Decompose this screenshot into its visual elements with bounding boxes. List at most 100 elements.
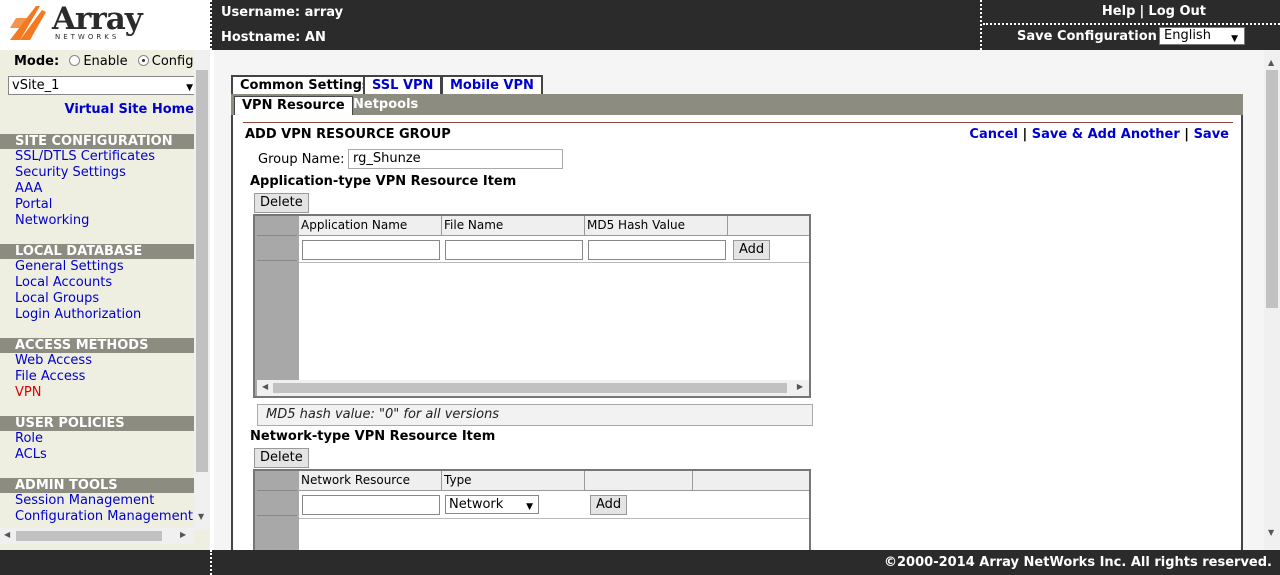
file-name-input[interactable] [445,240,583,260]
sidebar-item-login-authorization[interactable]: Login Authorization [15,307,141,323]
app-delete-button[interactable]: Delete [254,193,309,213]
network-grid: Network Resource Type Network ▼ Add [253,469,811,550]
dropdown-arrow-icon: ▼ [1231,34,1238,44]
scroll-up-arrow-icon[interactable]: ▲ [1268,58,1274,67]
column-network-resource[interactable]: Network Resource [299,471,442,491]
scrollbar-thumb[interactable] [196,70,208,472]
sidebar-item-local-groups[interactable]: Local Groups [15,291,99,307]
tab-mobile-vpn[interactable]: Mobile VPN [441,75,543,95]
column-type[interactable]: Type [442,471,585,491]
scroll-right-arrow-icon[interactable]: ▶ [797,382,803,391]
array-logo-icon [10,6,46,40]
scroll-right-arrow-icon[interactable]: ▶ [180,530,186,539]
net-delete-button[interactable]: Delete [254,448,309,468]
virtual-site-select[interactable]: vSite_1 ▼ [8,76,200,95]
footer-divider [210,550,212,575]
column-md5-hash-value[interactable]: MD5 Hash Value [585,216,728,236]
sidebar-item-session-management[interactable]: Session Management [15,493,154,509]
brand-name: Array [52,1,143,37]
mode-label: Mode: [14,54,60,69]
subtab-vpn-resource[interactable]: VPN Resource [234,96,353,115]
link-separator: | [1139,4,1145,19]
grid-row-divider [299,518,809,519]
header-divider [210,0,212,50]
sidebar-item-portal[interactable]: Portal [15,197,52,213]
mode-config-radio[interactable] [137,55,149,66]
grid-row-divider [299,262,809,263]
sidebar-item-web-access[interactable]: Web Access [15,353,92,369]
tab-common-settings[interactable]: Common Settings [231,75,379,96]
subtab-bar: VPN Resource Netpools [231,94,1243,115]
main-vertical-scrollbar[interactable]: ▲ ▼ [1264,50,1280,550]
language-value: English [1164,28,1211,43]
virtual-site-home-link[interactable]: Virtual Site Home [65,102,194,117]
net-add-button[interactable]: Add [590,495,628,515]
main-content: Common Settings SSL VPN Mobile VPN VPN R… [214,50,1264,550]
save-link[interactable]: Save [1194,127,1229,142]
grid-gutter-cell[interactable] [257,237,297,261]
username-label: Username: array [221,5,344,20]
hostname-label: Hostname: AN [221,30,326,45]
application-section-title: Application-type VPN Resource Item [250,174,517,189]
mode-enable-label: Enable [83,54,128,69]
column-action [585,471,693,491]
action-separator: | [1184,127,1190,142]
scroll-left-arrow-icon[interactable]: ◀ [4,530,10,539]
column-action [728,216,809,236]
dropdown-arrow-icon: ▼ [526,502,533,512]
array-networks-logo: Array NETWORKS [0,0,210,50]
sidebar-vertical-scrollbar[interactable]: ▼ [194,50,210,530]
section-admin-tools: ADMIN TOOLS [0,478,194,493]
group-name-input[interactable]: rg_Shunze [348,149,563,169]
section-site-configuration: SITE CONFIGURATION [0,134,194,149]
sidebar-item-file-access[interactable]: File Access [15,369,85,385]
cancel-link[interactable]: Cancel [969,127,1018,142]
section-user-policies: USER POLICIES [0,416,194,431]
scroll-left-arrow-icon[interactable]: ◀ [262,382,268,391]
sidebar-item-ssl-dtls-certificates[interactable]: SSL/DTLS Certificates [15,149,155,165]
scrollbar-thumb[interactable] [16,531,162,541]
network-resource-input[interactable] [302,495,440,515]
dropdown-arrow-icon: ▼ [186,83,193,93]
logout-link[interactable]: Log Out [1148,4,1206,19]
md5-hash-input[interactable] [588,240,726,260]
application-name-input[interactable] [302,240,440,260]
sidebar-item-security-settings[interactable]: Security Settings [15,165,126,181]
sidebar-item-aaa[interactable]: AAA [15,181,42,197]
subtab-netpools[interactable]: Netpools [346,96,425,115]
copyright-text: ©2000-2014 Array NetWorks Inc. All right… [884,555,1272,570]
mode-enable-radio[interactable] [69,55,81,66]
sidebar-item-general-settings[interactable]: General Settings [15,259,124,275]
column-extra [693,471,809,491]
scrollbar-thumb[interactable] [273,383,787,393]
column-application-name[interactable]: Application Name [299,216,442,236]
grid-gutter-header [257,216,297,236]
scrollbar-thumb[interactable] [1266,70,1278,308]
application-grid-hscrollbar[interactable]: ◀ ▶ [257,380,809,396]
panel-divider [243,122,1233,123]
section-local-database: LOCAL DATABASE [0,244,194,259]
sidebar-item-acls[interactable]: ACLs [15,447,47,463]
mode-config-label: Config [151,54,194,69]
language-select[interactable]: English ▼ [1159,27,1245,45]
save-configuration-link[interactable]: Save Configuration [1017,29,1157,44]
save-add-another-link[interactable]: Save & Add Another [1032,127,1180,142]
scroll-down-arrow-icon[interactable]: ▼ [198,512,204,521]
sidebar-item-local-accounts[interactable]: Local Accounts [15,275,112,291]
header-right: Help | Log Out Save Configuration Englis… [983,0,1280,50]
sidebar-item-configuration-management[interactable]: Configuration Management [15,509,193,525]
sidebar-horizontal-scrollbar[interactable]: ◀ ▶ [0,528,194,544]
grid-gutter-cell[interactable] [257,492,297,516]
app-add-button[interactable]: Add [733,240,771,260]
sidebar-item-role[interactable]: Role [15,431,43,447]
sidebar-item-vpn[interactable]: VPN [15,385,41,401]
panel-title: ADD VPN RESOURCE GROUP [245,127,451,142]
column-file-name[interactable]: File Name [442,216,585,236]
network-type-select[interactable]: Network ▼ [445,495,539,514]
help-link[interactable]: Help [1102,4,1135,19]
scroll-down-arrow-icon[interactable]: ▼ [1268,528,1274,537]
application-grid: Application Name File Name MD5 Hash Valu… [253,214,811,398]
sidebar-item-networking[interactable]: Networking [15,213,89,229]
tab-ssl-vpn[interactable]: SSL VPN [363,75,443,95]
sidebar: Mode: Enable Config vSite_1 ▼ Virtual Si… [0,50,210,550]
